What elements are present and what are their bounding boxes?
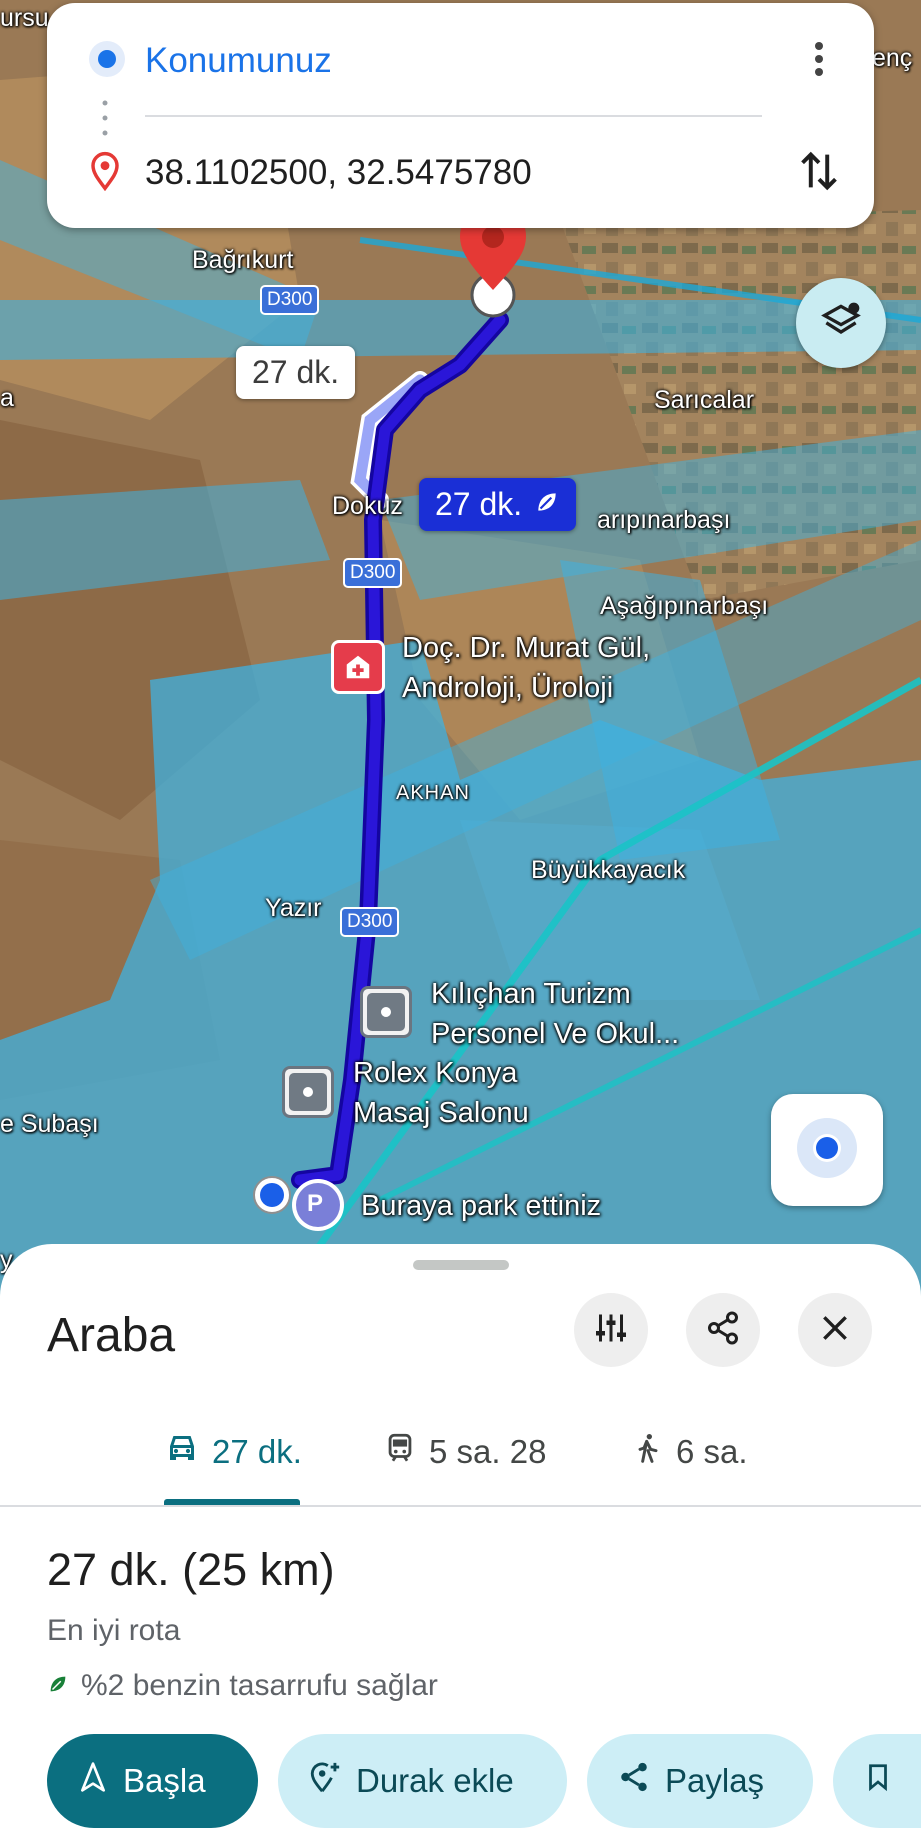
share-route-button[interactable] [686, 1293, 760, 1367]
route-summary: 27 dk. (25 km) [47, 1544, 335, 1595]
route-options-button[interactable] [574, 1293, 648, 1367]
add-stop-button[interactable]: Durak ekle [278, 1734, 567, 1828]
save-button[interactable] [833, 1734, 921, 1828]
connector-dots [102, 98, 108, 138]
poi-kilichan-line1: Kılıçhan Turizm [431, 978, 631, 1010]
close-icon [819, 1312, 851, 1349]
poi-rolex-line2: Masaj Salonu [353, 1097, 529, 1129]
navigation-arrow-icon [77, 1761, 109, 1801]
sliders-icon [593, 1310, 629, 1351]
business-pin-icon[interactable] [360, 986, 412, 1038]
place-label-enc: enç [872, 44, 913, 72]
poi-rolex-label[interactable]: Rolex Konya Masaj Salonu [353, 1053, 529, 1133]
tab-driving-label: 27 dk. [212, 1433, 302, 1470]
layers-icon [819, 299, 863, 348]
road-shield-d300: D300 [260, 285, 320, 315]
destination-pin-icon [89, 151, 121, 196]
destination-row[interactable]: 38.1102500, 32.5475780 [47, 145, 874, 201]
poi-kilichan-line2: Personel Ve Okul... [431, 1018, 680, 1050]
best-route-note: En iyi rota [47, 1614, 181, 1647]
origin-field[interactable]: Konumunuz [145, 41, 332, 81]
my-location-button[interactable] [771, 1094, 883, 1206]
layers-button[interactable] [796, 278, 886, 368]
tab-driving[interactable]: 27 dk. [164, 1424, 302, 1480]
alternate-route-time[interactable]: 27 dk. [236, 346, 356, 399]
train-icon [383, 1431, 417, 1473]
share-icon [617, 1760, 651, 1802]
alternate-route-time-label: 27 dk. [252, 354, 340, 390]
drag-handle[interactable] [413, 1260, 509, 1270]
start-navigation-label: Başla [123, 1762, 206, 1799]
tab-transit[interactable]: 5 sa. 28 [383, 1424, 546, 1480]
bookmark-icon [863, 1760, 893, 1802]
poi-hospital-label[interactable]: Doç. Dr. Murat Gül, Androloji, Üroloji [402, 628, 650, 708]
place-label-aripinarbasi: arıpınarbaşı [597, 506, 731, 534]
tabs-divider [0, 1505, 921, 1507]
share-label: Paylaş [665, 1762, 765, 1799]
share-icon [705, 1310, 741, 1351]
start-navigation-button[interactable]: Başla [47, 1734, 258, 1828]
route-input-card: Konumunuz 38.1102500, 32.5475780 [47, 3, 874, 228]
place-label-a: a [0, 384, 14, 412]
swap-icon[interactable] [799, 148, 839, 199]
more-options-icon[interactable] [812, 39, 826, 84]
selected-route-time[interactable]: 27 dk. [419, 478, 577, 531]
place-label-akhan: AKHAN [396, 782, 470, 804]
poi-hospital-line2: Androloji, Üroloji [402, 672, 614, 704]
tab-transit-label: 5 sa. 28 [429, 1433, 547, 1470]
tab-walking[interactable]: 6 sa. [632, 1424, 748, 1480]
road-shield-d300: D300 [340, 907, 400, 937]
close-button[interactable] [798, 1293, 872, 1367]
road-shield-d300: D300 [343, 558, 403, 588]
selected-route-time-label: 27 dk. [435, 486, 523, 522]
fuel-saving-text: %2 benzin tasarrufu sağlar [81, 1669, 438, 1702]
directions-sheet: Araba 27 dk. 5 sa. 28 6 sa. 27 dk. (25 k… [0, 1244, 921, 1828]
add-stop-label: Durak ekle [356, 1762, 514, 1799]
place-label-buyukkayacik: Büyükkayacık [531, 856, 686, 884]
place-label-yazir: Yazır [265, 894, 322, 922]
tab-walking-label: 6 sa. [676, 1433, 748, 1470]
poi-rolex-line1: Rolex Konya [353, 1057, 518, 1089]
sheet-title: Araba [47, 1309, 176, 1362]
place-label-ursu: ursu [0, 4, 49, 32]
business-pin-icon[interactable] [282, 1066, 334, 1118]
car-icon [164, 1430, 200, 1474]
origin-row[interactable]: Konumunuz [47, 33, 874, 89]
place-label-bagrikurt: Bağrıkurt [192, 246, 294, 274]
input-divider [145, 115, 762, 117]
place-label-dokuz: Dokuz [332, 492, 403, 520]
hospital-icon[interactable] [331, 640, 385, 694]
add-stop-icon [308, 1760, 342, 1802]
parking-icon[interactable]: P [307, 1190, 323, 1218]
place-label-asagipinarbasi: Aşağıpınarbaşı [600, 592, 769, 620]
place-label-saricalar: Sarıcalar [654, 386, 755, 414]
poi-hospital-line1: Doç. Dr. Murat Gül, [402, 632, 651, 664]
poi-kilichan-label[interactable]: Kılıçhan Turizm Personel Ve Okul... [431, 974, 679, 1054]
walk-icon [632, 1430, 664, 1474]
place-label-subasi: e Subaşı [0, 1110, 99, 1138]
origin-dot-icon [87, 39, 127, 84]
destination-field[interactable]: 38.1102500, 32.5475780 [145, 153, 532, 193]
eco-leaf-icon [534, 486, 560, 523]
parking-label[interactable]: Buraya park ettiniz [361, 1186, 601, 1226]
eco-leaf-icon [47, 1669, 69, 1703]
share-button[interactable]: Paylaş [587, 1734, 813, 1828]
my-location-icon [793, 1114, 861, 1187]
fuel-saving-note: %2 benzin tasarrufu sağlar [47, 1669, 438, 1703]
